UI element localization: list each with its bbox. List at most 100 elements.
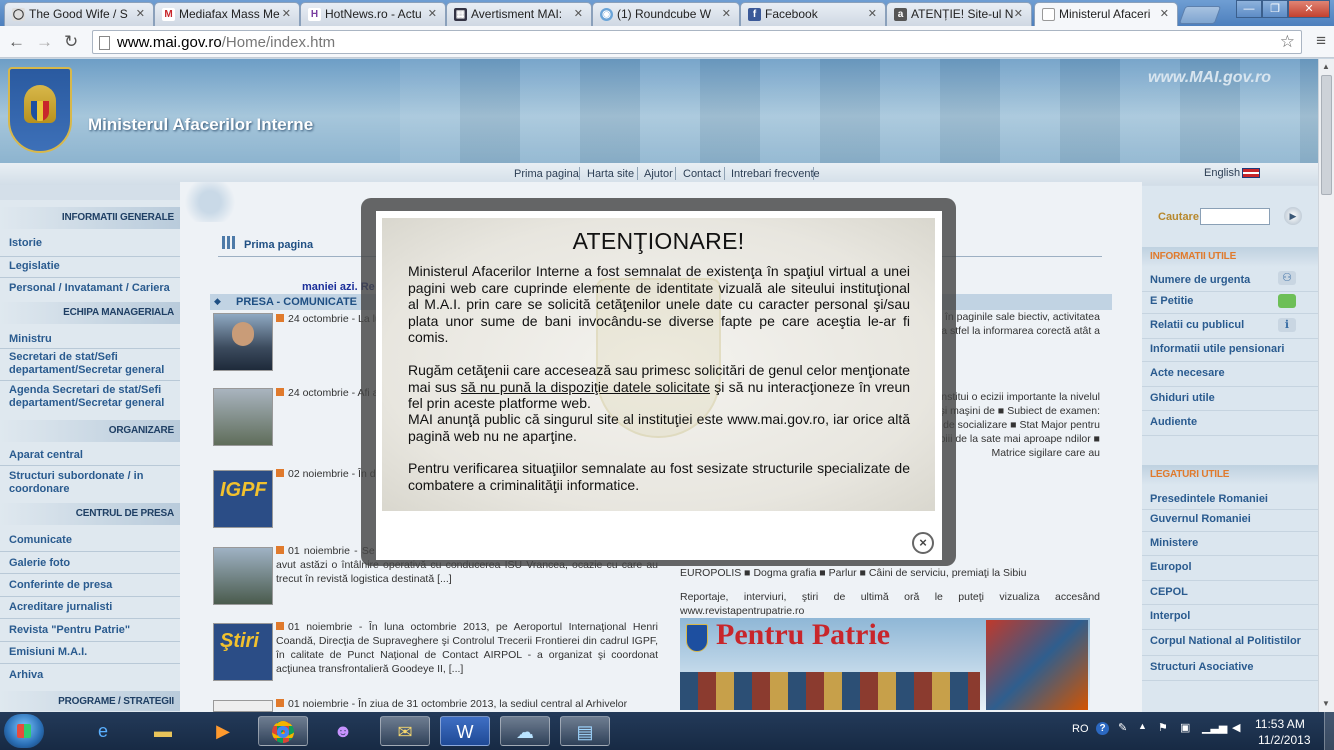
news-item-5[interactable]: 01 noiembrie - În luna octombrie 2013, p… [276,620,658,676]
revista-text-4[interactable]: Reportaje, interviuri, ştiri de ultimă o… [680,590,1100,618]
nav-contact[interactable]: Contact [683,168,721,180]
sidebar-item-emisiuni[interactable]: Emisiuni M.A.I. [9,646,87,659]
news-image-2[interactable] [213,388,273,446]
link-europol[interactable]: Europol [1150,561,1192,573]
tab-close-icon[interactable]: ✕ [1160,7,1169,20]
new-tab-button[interactable] [1178,6,1222,24]
page-scrollbar[interactable]: ▲ ▼ [1318,59,1334,712]
news-item-6[interactable]: 01 noiembrie - În ziua de 31 octombrie 2… [276,697,658,712]
scroll-up-icon[interactable]: ▲ [1322,62,1330,71]
sidebar-item-agenda[interactable]: Agenda Secretari de stat/Sefi departamen… [9,384,179,410]
tab-facebook[interactable]: f Facebook ✕ [740,2,886,26]
internet-explorer-icon[interactable]: e [78,716,128,746]
sidebar-item-acreditare[interactable]: Acreditare jurnalisti [9,601,112,614]
link-numere-de-urgenta[interactable]: Numere de urgenta [1150,274,1250,286]
nav-intrebari-frecvente[interactable]: Intrebari frecvente [731,168,820,180]
nav-harta-site[interactable]: Harta site [587,168,634,180]
sidebar-item-conferinte[interactable]: Conferinte de presa [9,579,112,592]
link-audiente[interactable]: Audiente [1150,416,1197,428]
tab-close-icon[interactable]: ✕ [136,7,145,20]
tab-close-icon[interactable]: ✕ [282,7,291,20]
signal-icon[interactable]: ▁▃▅ [1202,721,1227,734]
tab-close-icon[interactable]: ✕ [868,7,877,20]
tab-avertisment[interactable]: ▦ Avertisment MAI: ✕ [446,2,592,26]
search-go-icon[interactable]: ▶ [1284,207,1302,225]
tab-atentie[interactable]: a ATENȚIE! Site-ul N ✕ [886,2,1032,26]
chat-icon[interactable]: ☁ [500,716,550,746]
help-icon[interactable]: ? [1096,722,1109,735]
sidebar-item-revista[interactable]: Revista "Pentru Patrie" [9,624,130,637]
news-image-igpf[interactable]: IGPF [213,470,273,528]
tab-close-icon[interactable]: ✕ [1014,7,1023,20]
tab-close-icon[interactable]: ✕ [574,7,583,20]
link-presedintele-romaniei[interactable]: Presedintele Romaniei [1150,493,1268,505]
start-button[interactable] [4,714,44,748]
device-icon[interactable]: ▣ [1180,721,1190,734]
news-image-6[interactable] [213,700,273,712]
link-ministere[interactable]: Ministere [1150,537,1198,549]
bookmark-star-icon[interactable]: ☆ [1280,32,1295,52]
close-window-button[interactable]: ✕ [1288,0,1330,18]
pen-icon[interactable]: ✎ [1118,721,1127,734]
link-structuri-asociative[interactable]: Structuri Asociative [1150,661,1254,673]
news-image-1[interactable] [213,313,273,371]
clock-time[interactable]: 11:53 AM [1255,717,1305,731]
nav-prima-pagina[interactable]: Prima pagina [514,168,579,180]
sidebar-item-comunicate[interactable]: Comunicate [9,534,72,547]
sidebar-item-structuri[interactable]: Structuri subordonate / in coordonare [9,470,149,496]
scroll-down-icon[interactable]: ▼ [1322,699,1330,708]
menu-icon[interactable]: ≡ [1316,31,1326,51]
maximize-button[interactable]: ❐ [1262,0,1288,18]
link-corpul-national[interactable]: Corpul National al Politistilor [1150,635,1301,647]
tab-close-icon[interactable]: ✕ [722,7,731,20]
sidebar-item-aparat-central[interactable]: Aparat central [9,449,83,462]
messenger-icon[interactable]: ☻ [318,716,368,746]
tab-close-icon[interactable]: ✕ [428,7,437,20]
uk-flag-icon[interactable] [1242,168,1260,178]
word-icon[interactable]: W [440,716,490,746]
nav-ajutor[interactable]: Ajutor [644,168,673,180]
sidebar-item-legislatie[interactable]: Legislatie [9,260,60,273]
pentru-patrie-banner[interactable]: Pentru Patrie [680,618,1090,710]
modal-close-button[interactable]: × [912,532,934,554]
chrome-icon[interactable] [258,716,308,746]
sidebar-item-arhiva[interactable]: Arhiva [9,669,43,682]
back-arrow-icon[interactable]: ← [8,32,25,52]
scrollbar-thumb[interactable] [1321,75,1332,195]
sidebar-item-istorie[interactable]: Istorie [9,237,42,250]
reload-icon[interactable]: ↻ [64,32,78,52]
minimize-button[interactable]: — [1236,0,1262,18]
show-desktop-button[interactable] [1324,712,1334,750]
link-acte-necesare[interactable]: Acte necesare [1150,367,1225,379]
sidebar-item-galerie-foto[interactable]: Galerie foto [9,557,70,570]
address-bar[interactable]: www.mai.gov.ro/Home/index.htm ☆ [92,30,1302,54]
search-input[interactable] [1200,208,1270,225]
link-ghiduri-utile[interactable]: Ghiduri utile [1150,392,1215,404]
volume-icon[interactable]: ◀ [1232,721,1240,734]
tray-expand-icon[interactable]: ▲ [1138,721,1147,731]
tab-hotnews[interactable]: H HotNews.ro - Actu ✕ [300,2,446,26]
coat-of-arms-icon[interactable] [8,67,72,153]
mail-client-icon[interactable]: ✉ [380,716,430,746]
news-image-stiri[interactable]: Ştiri [213,623,273,681]
link-relatii-cu-publicul[interactable]: Relatii cu publicul [1150,319,1244,331]
network-error-icon[interactable]: ⚑ [1158,721,1168,734]
forward-arrow-icon[interactable]: → [36,32,53,52]
sidebar-item-personal[interactable]: Personal / Invatamant / Cariera [9,282,170,295]
news-image-4[interactable] [213,547,273,605]
tab-the-good-wife[interactable]: ◯ The Good Wife / S ✕ [4,2,154,26]
notepad-icon[interactable]: ▤ [560,716,610,746]
link-interpol[interactable]: Interpol [1150,610,1190,622]
clock-date[interactable]: 11/2/2013 [1258,733,1311,747]
tab-roundcube[interactable]: ◉ (1) Roundcube W ✕ [592,2,740,26]
link-cepol[interactable]: CEPOL [1150,586,1188,598]
tab-mediafax[interactable]: M Mediafax Mass Me ✕ [154,2,300,26]
sidebar-item-ministru[interactable]: Ministru [9,333,52,346]
tab-ministerul[interactable]: Ministerul Afaceri ✕ [1034,2,1178,27]
language-english-link[interactable]: English [1204,167,1240,179]
language-indicator[interactable]: RO [1072,723,1089,735]
link-guvernul-romaniei[interactable]: Guvernul Romaniei [1150,513,1251,525]
link-e-petitie[interactable]: E Petitie [1150,295,1193,307]
file-explorer-icon[interactable]: ▬ [138,716,188,746]
sidebar-item-secretari[interactable]: Secretari de stat/Sefi departament/Secre… [9,351,179,377]
